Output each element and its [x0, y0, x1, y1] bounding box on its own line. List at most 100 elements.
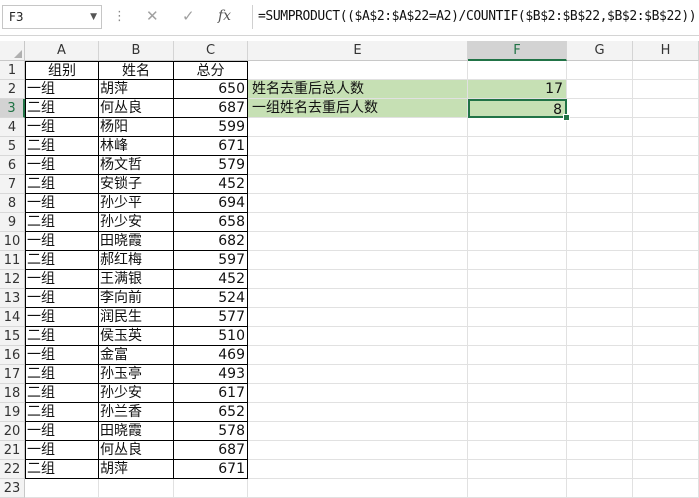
cell-e[interactable]: 一组姓名去重后人数 — [248, 99, 468, 118]
row-header[interactable]: 18 — [0, 384, 25, 403]
cell-f[interactable] — [468, 156, 567, 175]
cell-a[interactable]: 一组 — [25, 270, 99, 289]
cell-c[interactable]: 597 — [174, 251, 248, 270]
cell-c[interactable]: 652 — [174, 403, 248, 422]
cell-b[interactable]: 何丛良 — [99, 441, 174, 460]
cell-g[interactable] — [567, 80, 633, 99]
row-header[interactable]: 11 — [0, 251, 25, 270]
chevron-down-icon[interactable]: ▼ — [90, 6, 97, 28]
cell-c[interactable]: 577 — [174, 308, 248, 327]
cell-c[interactable]: 452 — [174, 175, 248, 194]
cell-f[interactable] — [468, 213, 567, 232]
cell-e[interactable] — [248, 175, 468, 194]
cell-c[interactable]: 694 — [174, 194, 248, 213]
cell-e[interactable] — [248, 479, 468, 498]
cell-f[interactable] — [468, 118, 567, 137]
cell-b[interactable]: 安锁子 — [99, 175, 174, 194]
cell-f[interactable] — [468, 232, 567, 251]
cell-b[interactable]: 郝红梅 — [99, 251, 174, 270]
cell-e[interactable] — [248, 156, 468, 175]
cell-c[interactable]: 687 — [174, 441, 248, 460]
cell-h[interactable] — [633, 194, 699, 213]
cell-c[interactable] — [174, 479, 248, 498]
cell-c[interactable]: 524 — [174, 289, 248, 308]
cell-b[interactable]: 胡萍 — [99, 460, 174, 479]
cell-e[interactable] — [248, 118, 468, 137]
cell-g[interactable] — [567, 308, 633, 327]
cell-a[interactable]: 二组 — [25, 403, 99, 422]
row-header[interactable]: 10 — [0, 232, 25, 251]
cell-f[interactable] — [468, 479, 567, 498]
cell-b[interactable]: 孙兰香 — [99, 403, 174, 422]
cell-a[interactable]: 一组 — [25, 80, 99, 99]
cell-g[interactable] — [567, 422, 633, 441]
name-box[interactable]: F3 ▼ — [2, 5, 102, 29]
cell-b[interactable] — [99, 479, 174, 498]
cell-h[interactable] — [633, 118, 699, 137]
row-header[interactable]: 3 — [0, 99, 25, 118]
cell-f[interactable] — [468, 137, 567, 156]
cell-f[interactable] — [468, 61, 567, 80]
cell-g[interactable] — [567, 479, 633, 498]
column-header-e[interactable]: E — [248, 41, 468, 61]
cell-g[interactable] — [567, 175, 633, 194]
cell-b[interactable]: 杨阳 — [99, 118, 174, 137]
cell-f[interactable] — [468, 289, 567, 308]
cell-h[interactable] — [633, 175, 699, 194]
cell-c[interactable]: 658 — [174, 213, 248, 232]
cell-h[interactable] — [633, 403, 699, 422]
cancel-icon[interactable]: ✕ — [146, 7, 159, 25]
row-header[interactable]: 5 — [0, 137, 25, 156]
cell-b[interactable]: 金富 — [99, 346, 174, 365]
row-header[interactable]: 16 — [0, 346, 25, 365]
cell-b[interactable]: 田晓霞 — [99, 422, 174, 441]
cell-e[interactable] — [248, 289, 468, 308]
cell-c[interactable]: 493 — [174, 365, 248, 384]
cell-f[interactable] — [468, 327, 567, 346]
cell-h[interactable] — [633, 422, 699, 441]
cell-e[interactable]: 姓名去重后总人数 — [248, 80, 468, 99]
cell-a[interactable]: 二组 — [25, 327, 99, 346]
cell-b[interactable]: 润民生 — [99, 308, 174, 327]
cell-e[interactable] — [248, 327, 468, 346]
cell-b[interactable]: 孙少安 — [99, 213, 174, 232]
cell-a[interactable]: 二组 — [25, 460, 99, 479]
cell-h[interactable] — [633, 61, 699, 80]
column-title-a[interactable]: 组别 — [25, 61, 99, 80]
cell-e[interactable] — [248, 441, 468, 460]
cell-g[interactable] — [567, 232, 633, 251]
cell-c[interactable]: 650 — [174, 80, 248, 99]
cell-h[interactable] — [633, 251, 699, 270]
cell-g[interactable] — [567, 289, 633, 308]
cell-g[interactable] — [567, 403, 633, 422]
cell-b[interactable]: 侯玉英 — [99, 327, 174, 346]
row-header[interactable]: 4 — [0, 118, 25, 137]
row-header[interactable]: 19 — [0, 403, 25, 422]
enter-icon[interactable]: ✓ — [182, 7, 195, 25]
cell-f[interactable] — [468, 346, 567, 365]
row-header[interactable]: 8 — [0, 194, 25, 213]
cell-e[interactable] — [248, 460, 468, 479]
cell-h[interactable] — [633, 213, 699, 232]
cell-e[interactable] — [248, 384, 468, 403]
column-header-c[interactable]: C — [174, 41, 248, 61]
cell-e[interactable] — [248, 308, 468, 327]
cell-a[interactable]: 一组 — [25, 422, 99, 441]
cell-b[interactable]: 孙少平 — [99, 194, 174, 213]
cell-h[interactable] — [633, 384, 699, 403]
cell-c[interactable]: 671 — [174, 137, 248, 156]
cell-c[interactable]: 578 — [174, 422, 248, 441]
cell-a[interactable] — [25, 479, 99, 498]
row-header[interactable]: 2 — [0, 80, 25, 99]
cell-e[interactable] — [248, 61, 468, 80]
cell-b[interactable]: 田晓霞 — [99, 232, 174, 251]
cell-a[interactable]: 一组 — [25, 441, 99, 460]
column-header-h[interactable]: H — [633, 41, 699, 61]
cell-a[interactable]: 二组 — [25, 365, 99, 384]
row-header[interactable]: 23 — [0, 479, 25, 498]
cell-e[interactable] — [248, 403, 468, 422]
fill-handle[interactable] — [563, 114, 570, 121]
cell-b[interactable]: 孙少安 — [99, 384, 174, 403]
row-header[interactable]: 12 — [0, 270, 25, 289]
column-header-f[interactable]: F — [468, 41, 567, 61]
